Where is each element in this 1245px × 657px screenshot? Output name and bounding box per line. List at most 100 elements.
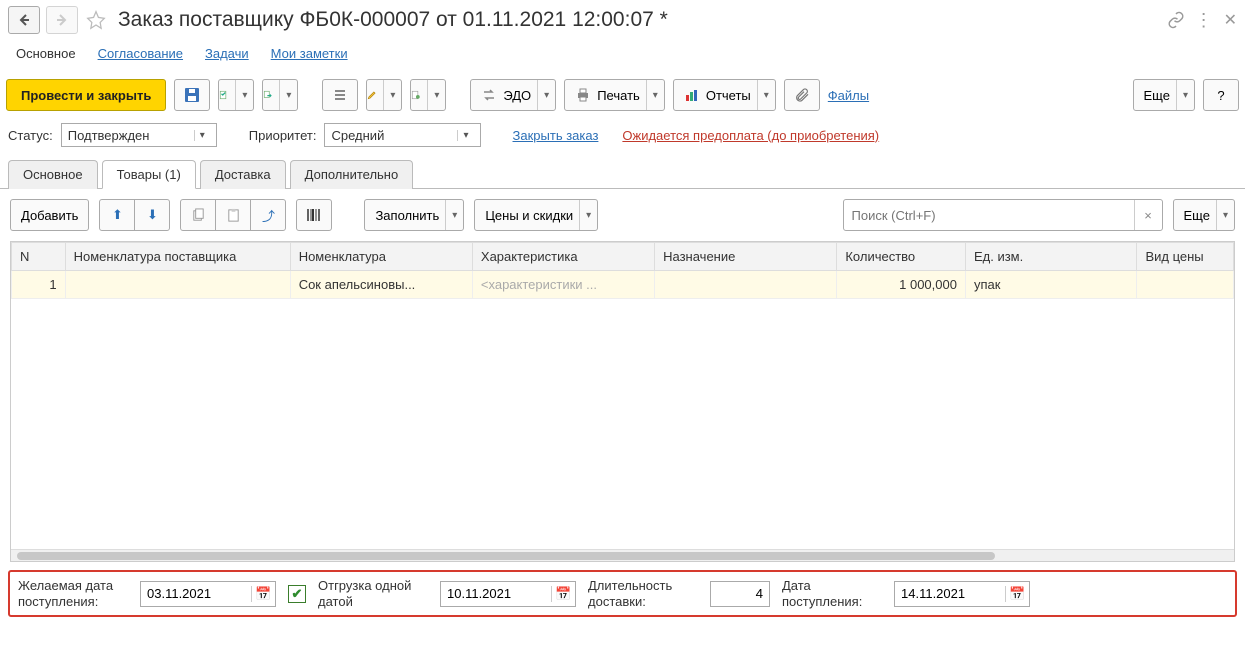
- calendar-icon[interactable]: 📅: [1005, 586, 1029, 602]
- col-unit[interactable]: Ед. изм.: [965, 243, 1137, 271]
- duration-label: Длительность доставки:: [588, 578, 698, 609]
- chevron-down-icon: ▾: [537, 80, 555, 110]
- priority-value: Средний: [331, 128, 451, 143]
- col-qty[interactable]: Количество: [837, 243, 966, 271]
- add-row-button[interactable]: Добавить: [10, 199, 89, 231]
- receipt-date-field[interactable]: [895, 586, 1005, 601]
- move-down-button[interactable]: ⬇: [134, 199, 170, 231]
- page-tabs: Основное Товары (1) Доставка Дополнитель…: [0, 159, 1245, 189]
- col-price-type[interactable]: Вид цены: [1137, 243, 1234, 271]
- kebab-icon[interactable]: ⋮: [1195, 10, 1214, 31]
- priority-select[interactable]: Средний ▾: [324, 123, 480, 147]
- nav-tab-tasks[interactable]: Задачи: [205, 46, 249, 61]
- arrow-down-icon: ⬇: [147, 207, 158, 223]
- create-based-on-button[interactable]: ▾: [262, 79, 298, 111]
- cell-unit[interactable]: упак: [965, 271, 1137, 299]
- link-icon[interactable]: [1167, 11, 1185, 29]
- cell-qty[interactable]: 1 000,000: [837, 271, 966, 299]
- main-toolbar: Провести и закрыть ▾ ▾ ▾ ▾ ЭДО ▾ Печать …: [0, 71, 1245, 119]
- help-button[interactable]: ?: [1203, 79, 1239, 111]
- attachments-button[interactable]: ▾: [410, 79, 446, 111]
- favorite-star-icon[interactable]: [84, 8, 108, 32]
- ship-date-field[interactable]: [441, 586, 551, 601]
- cell-n[interactable]: 1: [12, 271, 66, 299]
- horizontal-scrollbar[interactable]: [11, 549, 1234, 561]
- cell-dest[interactable]: [655, 271, 837, 299]
- close-icon[interactable]: ✕: [1224, 10, 1237, 30]
- tab-extra[interactable]: Дополнительно: [290, 160, 414, 189]
- more-rows-button[interactable]: Еще ▾: [1173, 199, 1235, 231]
- document-arrow-icon: [263, 87, 273, 103]
- chevron-down-icon: ▾: [194, 130, 210, 141]
- attach-file-button[interactable]: [784, 79, 820, 111]
- status-value: Подтвержден: [68, 128, 188, 143]
- tab-main[interactable]: Основное: [8, 160, 98, 189]
- scrollbar-thumb[interactable]: [17, 552, 995, 560]
- prices-label: Цены и скидки: [485, 208, 573, 223]
- barcode-button[interactable]: [296, 199, 332, 231]
- calendar-icon[interactable]: 📅: [251, 586, 275, 602]
- single-shipment-checkbox[interactable]: ✔: [288, 585, 306, 603]
- chart-icon: [684, 87, 700, 103]
- paste-icon: [226, 208, 241, 223]
- more-label: Еще: [1144, 88, 1170, 103]
- post-button[interactable]: ▾: [218, 79, 254, 111]
- status-select[interactable]: Подтвержден ▾: [61, 123, 217, 147]
- edo-button[interactable]: ЭДО ▾: [470, 79, 556, 111]
- clear-search-icon[interactable]: ×: [1134, 200, 1162, 230]
- priority-label: Приоритет:: [249, 128, 317, 143]
- cell-supplier-nomen[interactable]: [65, 271, 290, 299]
- chevron-down-icon: ▾: [1176, 80, 1194, 110]
- tab-delivery[interactable]: Доставка: [200, 160, 286, 189]
- col-nomen[interactable]: Номенклатура: [290, 243, 472, 271]
- reports-button[interactable]: Отчеты ▾: [673, 79, 776, 111]
- reports-label: Отчеты: [706, 88, 751, 103]
- split-button[interactable]: ⤴: [250, 199, 286, 231]
- fill-button[interactable]: Заполнить ▾: [364, 199, 464, 231]
- single-shipment-label: Отгрузка одной датой: [318, 578, 428, 609]
- post-icon: [219, 87, 229, 103]
- calendar-icon[interactable]: 📅: [551, 586, 575, 602]
- table-empty-area: [11, 299, 1234, 549]
- cell-price-type[interactable]: [1137, 271, 1234, 299]
- nav-tab-notes[interactable]: Мои заметки: [271, 46, 348, 61]
- table-row[interactable]: 1 Сок апельсиновы... <характеристики ...…: [12, 271, 1234, 299]
- prepay-status-link[interactable]: Ожидается предоплата (до приобретения): [622, 128, 879, 143]
- edit-button[interactable]: ▾: [366, 79, 402, 111]
- col-n[interactable]: N: [12, 243, 66, 271]
- close-order-link[interactable]: Закрыть заказ: [513, 128, 599, 143]
- duration-input[interactable]: [710, 581, 770, 607]
- col-supplier-nomen[interactable]: Номенклатура поставщика: [65, 243, 290, 271]
- receipt-date-input[interactable]: 📅: [894, 581, 1030, 607]
- files-link[interactable]: Файлы: [828, 88, 869, 103]
- desired-date-input[interactable]: 📅: [140, 581, 276, 607]
- save-button[interactable]: [174, 79, 210, 111]
- desired-date-label: Желаемая дата поступления:: [18, 578, 128, 609]
- col-dest[interactable]: Назначение: [655, 243, 837, 271]
- search-field[interactable]: ×: [843, 199, 1163, 231]
- nav-tab-main[interactable]: Основное: [16, 46, 76, 61]
- cell-char[interactable]: <характеристики ...: [472, 271, 654, 299]
- copy-row-button[interactable]: [180, 199, 216, 231]
- ship-date-input[interactable]: 📅: [440, 581, 576, 607]
- nav-tab-approval[interactable]: Согласование: [98, 46, 183, 61]
- prices-discounts-button[interactable]: Цены и скидки ▾: [474, 199, 598, 231]
- desired-date-field[interactable]: [141, 586, 251, 601]
- pencil-icon: [367, 87, 377, 103]
- split-icon: ⤴: [262, 206, 275, 225]
- receipt-date-label: Дата поступления:: [782, 578, 882, 609]
- move-up-button[interactable]: ⬆: [99, 199, 135, 231]
- col-char[interactable]: Характеристика: [472, 243, 654, 271]
- forward-button[interactable]: [46, 6, 78, 34]
- cell-nomen[interactable]: Сок апельсиновы...: [290, 271, 472, 299]
- print-button[interactable]: Печать ▾: [564, 79, 665, 111]
- paste-row-button[interactable]: [215, 199, 251, 231]
- list-button[interactable]: [322, 79, 358, 111]
- back-button[interactable]: [8, 6, 40, 34]
- tab-goods[interactable]: Товары (1): [102, 160, 196, 189]
- exchange-icon: [481, 87, 497, 103]
- post-and-close-button[interactable]: Провести и закрыть: [6, 79, 166, 111]
- goods-toolbar: Добавить ⬆ ⬇ ⤴ Заполнить ▾ Цены и скидки…: [0, 189, 1245, 241]
- more-button[interactable]: Еще ▾: [1133, 79, 1195, 111]
- search-input[interactable]: [844, 208, 1134, 223]
